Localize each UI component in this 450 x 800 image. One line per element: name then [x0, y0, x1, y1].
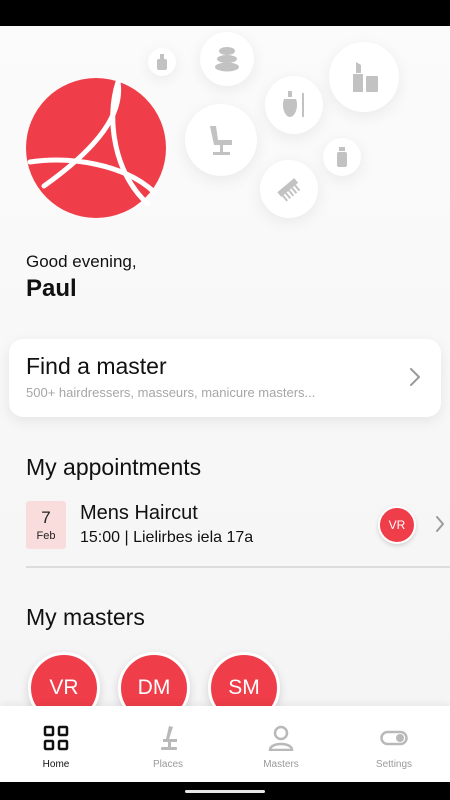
appointment-item[interactable]: 7 Feb Mens Haircut 15:00 | Lielirbes iel…: [26, 496, 450, 558]
nav-item-masters[interactable]: Masters: [225, 706, 337, 782]
greeting-text: Good evening,: [26, 252, 137, 271]
nail-polish-icon: [148, 48, 176, 76]
find-master-title: Find a master: [26, 353, 167, 379]
appointments-section-title: My appointments: [26, 454, 202, 480]
home-screen: Good evening, Paul Find a master 500+ ha…: [0, 26, 450, 782]
appointment-detail: 15:00 | Lielirbes iela 17a: [80, 529, 254, 546]
nav-item-settings[interactable]: Settings: [338, 706, 450, 782]
brand-logo: [26, 78, 166, 218]
bottle-icon: [323, 138, 361, 176]
user-name: Paul: [26, 275, 77, 302]
lipstick-icon: [329, 42, 399, 112]
nav-label-masters: Masters: [263, 759, 299, 770]
chair-icon: [157, 724, 179, 752]
toggle-icon: [380, 724, 408, 752]
find-master-card[interactable]: Find a master 500+ hairdressers, masseur…: [9, 339, 441, 417]
comb-icon: [260, 160, 318, 218]
masters-section-title: My masters: [26, 604, 145, 630]
appointment-day: 7: [41, 508, 51, 527]
hairdresser-chair-icon: [185, 104, 257, 176]
perfume-icon: [265, 76, 323, 134]
stones-icon: [200, 32, 254, 86]
grid-icon: [43, 724, 69, 752]
chevron-right-icon: [409, 367, 421, 392]
nav-item-home[interactable]: Home: [0, 706, 112, 782]
status-bar: [0, 0, 450, 26]
appointment-date: 7 Feb: [26, 501, 66, 549]
nav-label-places: Places: [152, 759, 183, 770]
gesture-bar: [0, 782, 450, 800]
divider: [26, 566, 450, 568]
nav-item-places[interactable]: Places: [112, 706, 224, 782]
appointment-month: Feb: [36, 530, 56, 542]
nav-label-settings: Settings: [375, 759, 413, 770]
bottom-nav: Home Places Masters Settings: [0, 706, 450, 782]
appointment-title: Mens Haircut: [80, 502, 198, 524]
home-indicator[interactable]: [185, 790, 265, 793]
person-icon: [268, 724, 294, 752]
appointment-master-avatar: VR: [378, 506, 416, 544]
nav-label-home: Home: [42, 759, 70, 770]
find-master-subtitle: 500+ hairdressers, masseurs, manicure ma…: [26, 385, 316, 400]
chevron-right-icon: [435, 515, 445, 538]
